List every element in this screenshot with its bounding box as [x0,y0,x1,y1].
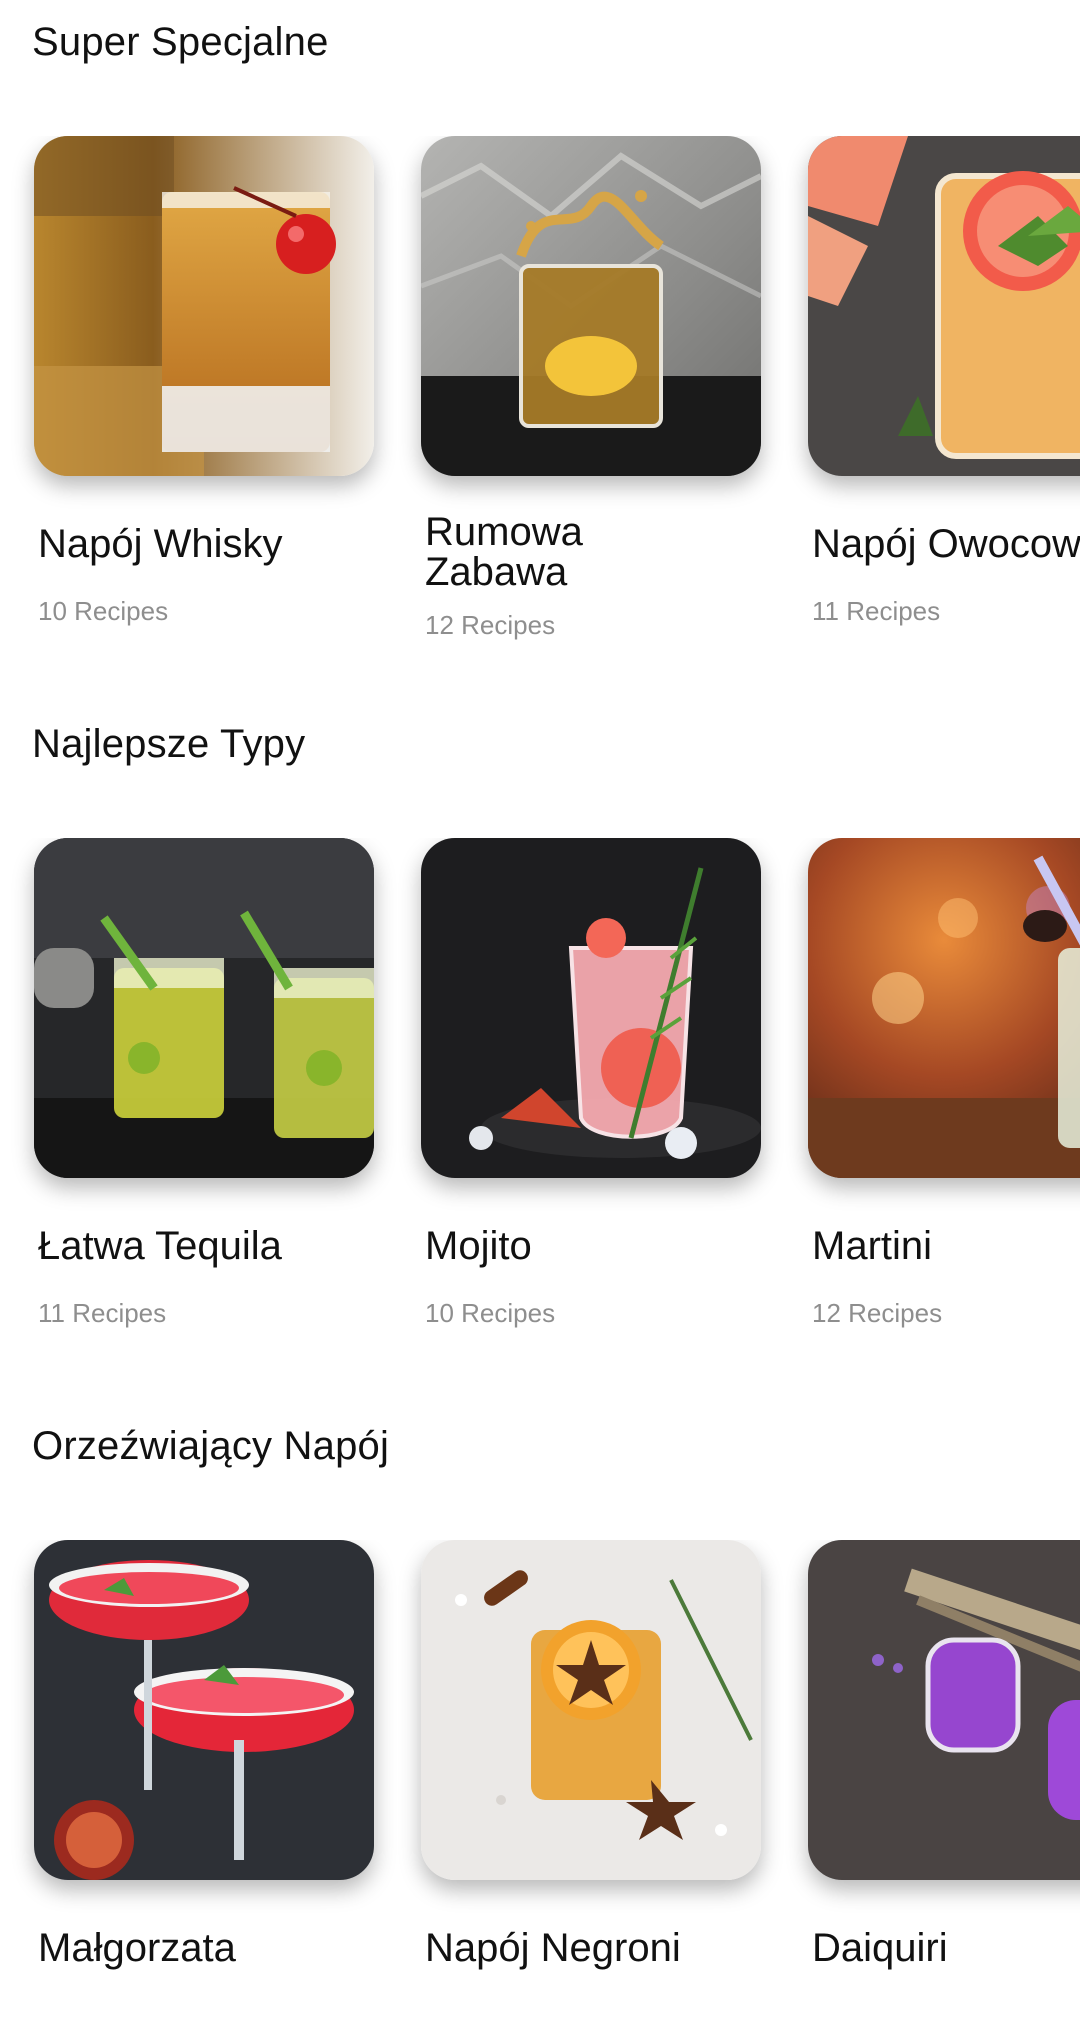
recipe-card-title: Mojito [425,1224,532,1268]
recipe-card-napoj-owocowy[interactable]: Napój Owocow 11 Recipes [808,136,1080,627]
carousel-najlepsze-typy[interactable]: Łatwa Tequila 11 Recipes Mojito 10 Recip… [0,838,1080,1458]
recipe-card-rumowa-zabawa[interactable]: Rumowa Zabawa 12 Recipes [421,136,761,641]
recipe-card-mojito[interactable]: Mojito 10 Recipes [421,838,761,1329]
recipe-card-title: Napój Whisky [38,522,283,566]
negroni-drink-image [421,1540,761,1880]
carousel-orzezwiajacy-napoj[interactable]: Małgorzata Napój Negroni Daiquiri [0,1540,1080,2024]
recipe-card-title: Daiquiri [812,1926,948,1970]
mojito-drink-image [421,838,761,1178]
recipe-card-napoj-whisky[interactable]: Napój Whisky 10 Recipes [34,136,374,627]
recipe-count: 10 Recipes [425,1298,556,1328]
recipe-card-title: Łatwa Tequila [38,1224,282,1268]
section-title-super-specjalne: Super Specjalne [32,20,329,64]
recipe-card-title: Małgorzata [38,1926,236,1970]
martini-drink-image [808,838,1080,1178]
recipe-card-title: Napój Negroni [425,1926,681,1970]
whisky-drink-image [34,136,374,476]
recipe-count: 12 Recipes [425,610,556,640]
recipe-count: 11 Recipes [812,596,941,626]
rum-splash-image [421,136,761,476]
recipe-card-title: Martini [812,1224,933,1268]
recipe-card-latwa-tequila[interactable]: Łatwa Tequila 11 Recipes [34,838,374,1329]
recipe-card-martini[interactable]: Martini 12 Recipes [808,838,1080,1329]
daiquiri-drink-image [808,1540,1080,1880]
grapefruit-drink-image [808,136,1080,476]
recipe-count: 11 Recipes [38,1298,167,1328]
section-title-najlepsze-typy: Najlepsze Typy [32,722,306,766]
recipe-card-title: Rumowa Zabawa [425,510,583,594]
recipe-card-title: Napój Owocow [812,522,1080,566]
carousel-super-specjalne[interactable]: Napój Whisky 10 Recipes Rumowa Zabawa 12… [0,136,1080,756]
tequila-drink-image [34,838,374,1178]
margarita-drink-image [34,1540,374,1880]
recipe-count: 12 Recipes [812,1298,943,1328]
recipe-count: 10 Recipes [38,596,169,626]
recipe-card-napoj-negroni[interactable]: Napój Negroni [421,1540,761,1968]
recipe-card-malgorzata[interactable]: Małgorzata [34,1540,374,1968]
section-title-orzezwiajacy-napoj: Orzeźwiający Napój [32,1424,390,1468]
recipe-card-daiquiri[interactable]: Daiquiri [808,1540,1080,1968]
